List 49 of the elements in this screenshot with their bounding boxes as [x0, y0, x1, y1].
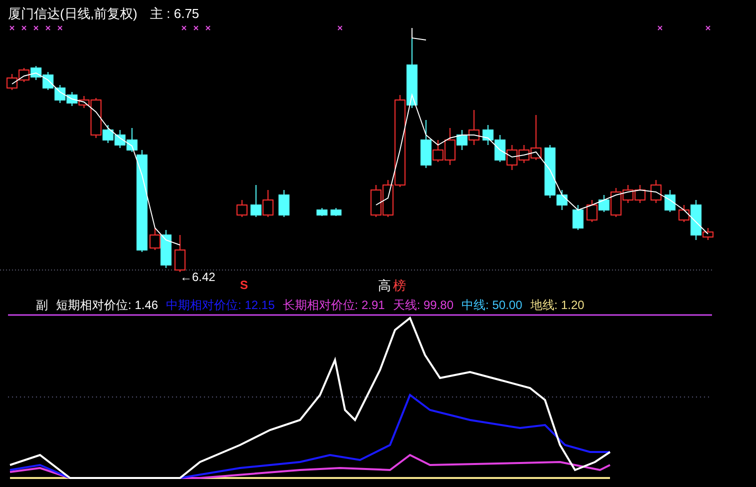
candlestick — [316, 208, 328, 216]
candlestick — [494, 134, 506, 162]
cross-mark-icon — [34, 26, 38, 30]
candlestick — [664, 190, 676, 212]
cross-mark-icon — [338, 26, 342, 30]
candlestick — [586, 200, 598, 222]
cross-mark-icon — [46, 26, 50, 30]
candlestick — [54, 84, 66, 104]
indicator-legend-item: 天线: 99.80 — [392, 297, 454, 314]
indicator-legend-item: 中期相对价位: 12.15 — [166, 297, 275, 314]
candlestick — [650, 180, 662, 204]
candlestick — [330, 208, 342, 216]
main-price-label: 主 : 6.75 — [150, 5, 200, 23]
indicator-prefix: 副 — [36, 297, 48, 314]
candlestick — [18, 68, 30, 82]
candlestick — [114, 130, 126, 148]
candlestick — [506, 144, 518, 170]
candlestick — [6, 74, 18, 90]
cross-mark-icon — [22, 26, 26, 30]
cross-mark-icon — [706, 26, 710, 30]
candlestick — [278, 190, 290, 218]
candlestick — [236, 200, 248, 218]
cross-mark-icon — [182, 26, 186, 30]
candlestick — [634, 184, 646, 204]
candlestick — [482, 124, 494, 146]
candlestick — [572, 204, 584, 230]
cross-mark-icon — [194, 26, 198, 30]
candlestick — [250, 184, 262, 218]
cross-mark-icon — [658, 26, 662, 30]
candlestick — [66, 92, 78, 106]
candlestick — [30, 66, 42, 80]
indicator-legend-item: 短期相对价位: 1.46 — [56, 297, 158, 314]
stock-title: 厦门信达(日线,前复权) — [8, 5, 138, 23]
signal-mark: S — [240, 277, 248, 294]
low-price-label: ←6.42 — [180, 269, 216, 286]
chart-label: 榜 — [393, 277, 406, 295]
indicator-legend-item: 地线: 1.20 — [530, 297, 584, 314]
candlestick — [370, 184, 382, 218]
cross-mark-icon — [58, 26, 62, 30]
candlestick — [42, 72, 54, 90]
chart-label: 高 — [378, 277, 391, 295]
cross-mark-icon — [10, 26, 14, 30]
indicator-legend-item: 长期相对价位: 2.91 — [282, 297, 385, 314]
cross-mark-icon — [206, 26, 210, 30]
candlestick — [174, 234, 186, 272]
candlestick — [406, 38, 418, 108]
flag-icon — [412, 28, 426, 40]
indicator-legend-item: 中线: 50.00 — [462, 297, 522, 314]
candlestick — [262, 190, 274, 218]
